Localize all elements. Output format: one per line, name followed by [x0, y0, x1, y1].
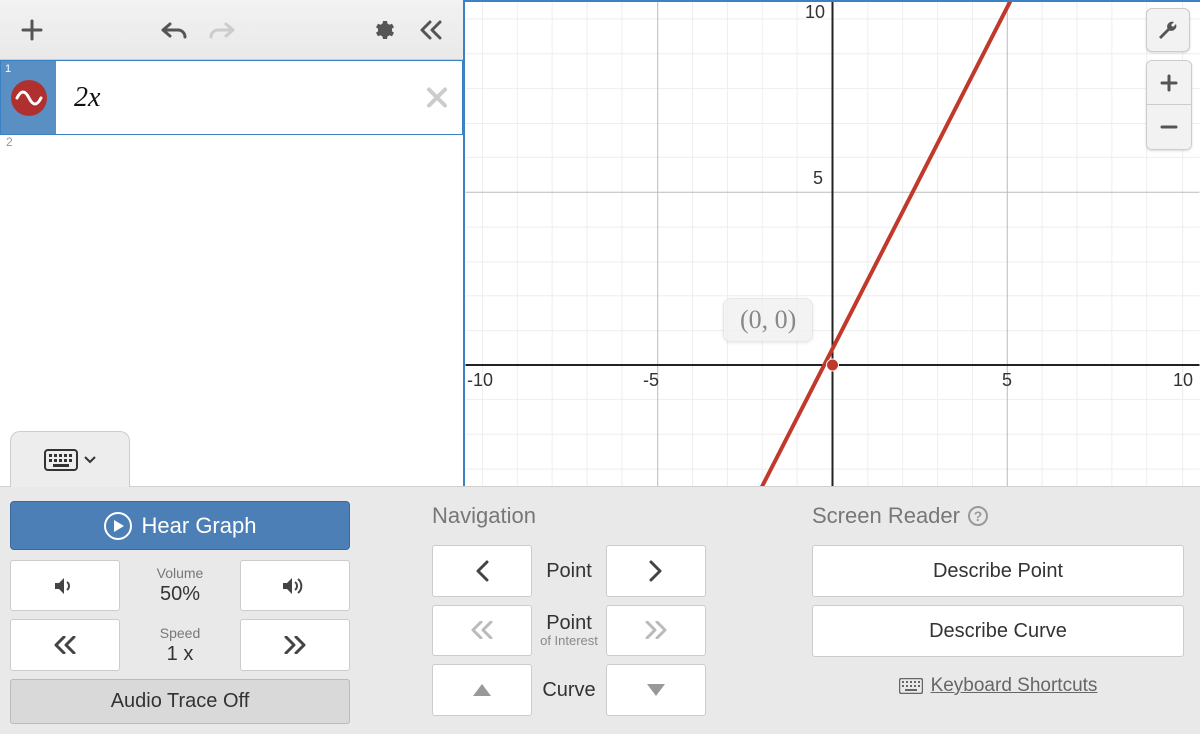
- describe-point-label: Describe Point: [933, 560, 1063, 583]
- chevron-double-left-icon: [419, 20, 443, 40]
- x-tick-label: -5: [643, 370, 659, 391]
- next-curve-button[interactable]: [606, 664, 706, 716]
- describe-curve-label: Describe Curve: [929, 620, 1067, 643]
- chevron-double-right-icon: [644, 621, 668, 639]
- graph-area[interactable]: -10 -5 5 10 10 5 (0, 0): [463, 0, 1200, 486]
- volume-low-icon: [54, 576, 76, 596]
- help-icon[interactable]: ?: [968, 506, 988, 526]
- plus-icon: [1160, 74, 1178, 92]
- nav-point-label: Point: [538, 560, 600, 582]
- chevron-double-right-icon: [283, 636, 307, 654]
- keyboard-icon: [44, 449, 78, 471]
- audio-trace-panel: Hear Graph Volume 50% Speed 1 x: [0, 486, 1200, 734]
- prev-poi-button[interactable]: [432, 605, 532, 657]
- audio-controls: Hear Graph Volume 50% Speed 1 x: [10, 501, 350, 724]
- x-tick-label: 5: [1002, 370, 1012, 391]
- volume-value: 50%: [160, 583, 200, 606]
- speed-down-button[interactable]: [10, 619, 120, 670]
- prev-curve-button[interactable]: [432, 664, 532, 716]
- wave-icon: [11, 80, 47, 116]
- expression-input[interactable]: 2x: [56, 82, 462, 114]
- speed-value: 1 x: [167, 643, 194, 666]
- coordinate-label: (0, 0): [723, 298, 813, 342]
- expression-list: 1 2x 2: [0, 60, 463, 486]
- keyboard-toggle-button[interactable]: [10, 431, 130, 487]
- chevron-double-left-icon: [53, 636, 77, 654]
- describe-curve-button[interactable]: Describe Curve: [812, 605, 1184, 657]
- y-tick-label: 10: [805, 2, 825, 23]
- delete-expression-button[interactable]: [422, 74, 452, 121]
- undo-button[interactable]: [152, 8, 196, 52]
- screen-reader-title: Screen Reader: [812, 503, 960, 529]
- chevron-down-icon: [84, 456, 96, 464]
- zoom-out-button[interactable]: [1147, 105, 1191, 149]
- graph-settings-button[interactable]: [1146, 8, 1190, 52]
- minus-icon: [1160, 118, 1178, 136]
- volume-up-button[interactable]: [240, 560, 350, 611]
- volume-label: Volume: [157, 565, 204, 581]
- keyboard-shortcuts-label: Keyboard Shortcuts: [931, 675, 1098, 697]
- navigation-title: Navigation: [432, 501, 706, 531]
- chevron-right-icon: [649, 560, 663, 582]
- play-icon: [104, 512, 132, 540]
- toolbar: [0, 0, 463, 60]
- expression-index: 2: [6, 135, 13, 149]
- expression-index: 1: [5, 63, 11, 75]
- hear-graph-button[interactable]: Hear Graph: [10, 501, 350, 550]
- x-tick-label: 10: [1173, 370, 1193, 391]
- triangle-up-icon: [473, 684, 491, 696]
- navigation-controls: Navigation Point Point of Interest: [366, 501, 706, 724]
- collapse-panel-button[interactable]: [409, 8, 453, 52]
- next-poi-button[interactable]: [606, 605, 706, 657]
- speed-up-button[interactable]: [240, 619, 350, 670]
- y-tick-label: 5: [813, 168, 823, 189]
- next-point-button[interactable]: [606, 545, 706, 597]
- triangle-down-icon: [647, 684, 665, 696]
- speed-label: Speed: [160, 625, 200, 641]
- keyboard-shortcuts-link[interactable]: Keyboard Shortcuts: [812, 675, 1184, 697]
- nav-poi-label: Point of Interest: [538, 612, 600, 648]
- wrench-icon: [1158, 20, 1178, 40]
- volume-down-button[interactable]: [10, 560, 120, 611]
- expression-row-1[interactable]: 1 2x: [0, 60, 463, 135]
- redo-button[interactable]: [200, 8, 244, 52]
- expression-row-2[interactable]: 2: [0, 135, 463, 165]
- speed-display: Speed 1 x: [126, 619, 234, 670]
- nav-curve-label: Curve: [538, 679, 600, 701]
- expression-panel: 1 2x 2: [0, 0, 463, 486]
- describe-point-button[interactable]: Describe Point: [812, 545, 1184, 597]
- audio-trace-off-button[interactable]: Audio Trace Off: [10, 679, 350, 724]
- chevron-double-left-icon: [470, 621, 494, 639]
- audio-off-label: Audio Trace Off: [111, 690, 250, 713]
- close-icon: [426, 86, 448, 108]
- zoom-in-button[interactable]: [1147, 61, 1191, 105]
- prev-point-button[interactable]: [432, 545, 532, 597]
- expression-color-tab[interactable]: 1: [1, 61, 56, 134]
- gear-icon: [371, 18, 395, 42]
- volume-display: Volume 50%: [126, 560, 234, 611]
- x-tick-label: -10: [467, 370, 493, 391]
- graph-canvas[interactable]: [463, 0, 1200, 486]
- volume-high-icon: [282, 576, 308, 596]
- add-expression-button[interactable]: [10, 8, 54, 52]
- keyboard-icon: [899, 678, 923, 694]
- hear-graph-label: Hear Graph: [142, 513, 257, 539]
- screen-reader-controls: Screen Reader ? Describe Point Describe …: [722, 501, 1184, 724]
- chevron-left-icon: [475, 560, 489, 582]
- graph-controls: [1146, 8, 1192, 150]
- settings-button[interactable]: [361, 8, 405, 52]
